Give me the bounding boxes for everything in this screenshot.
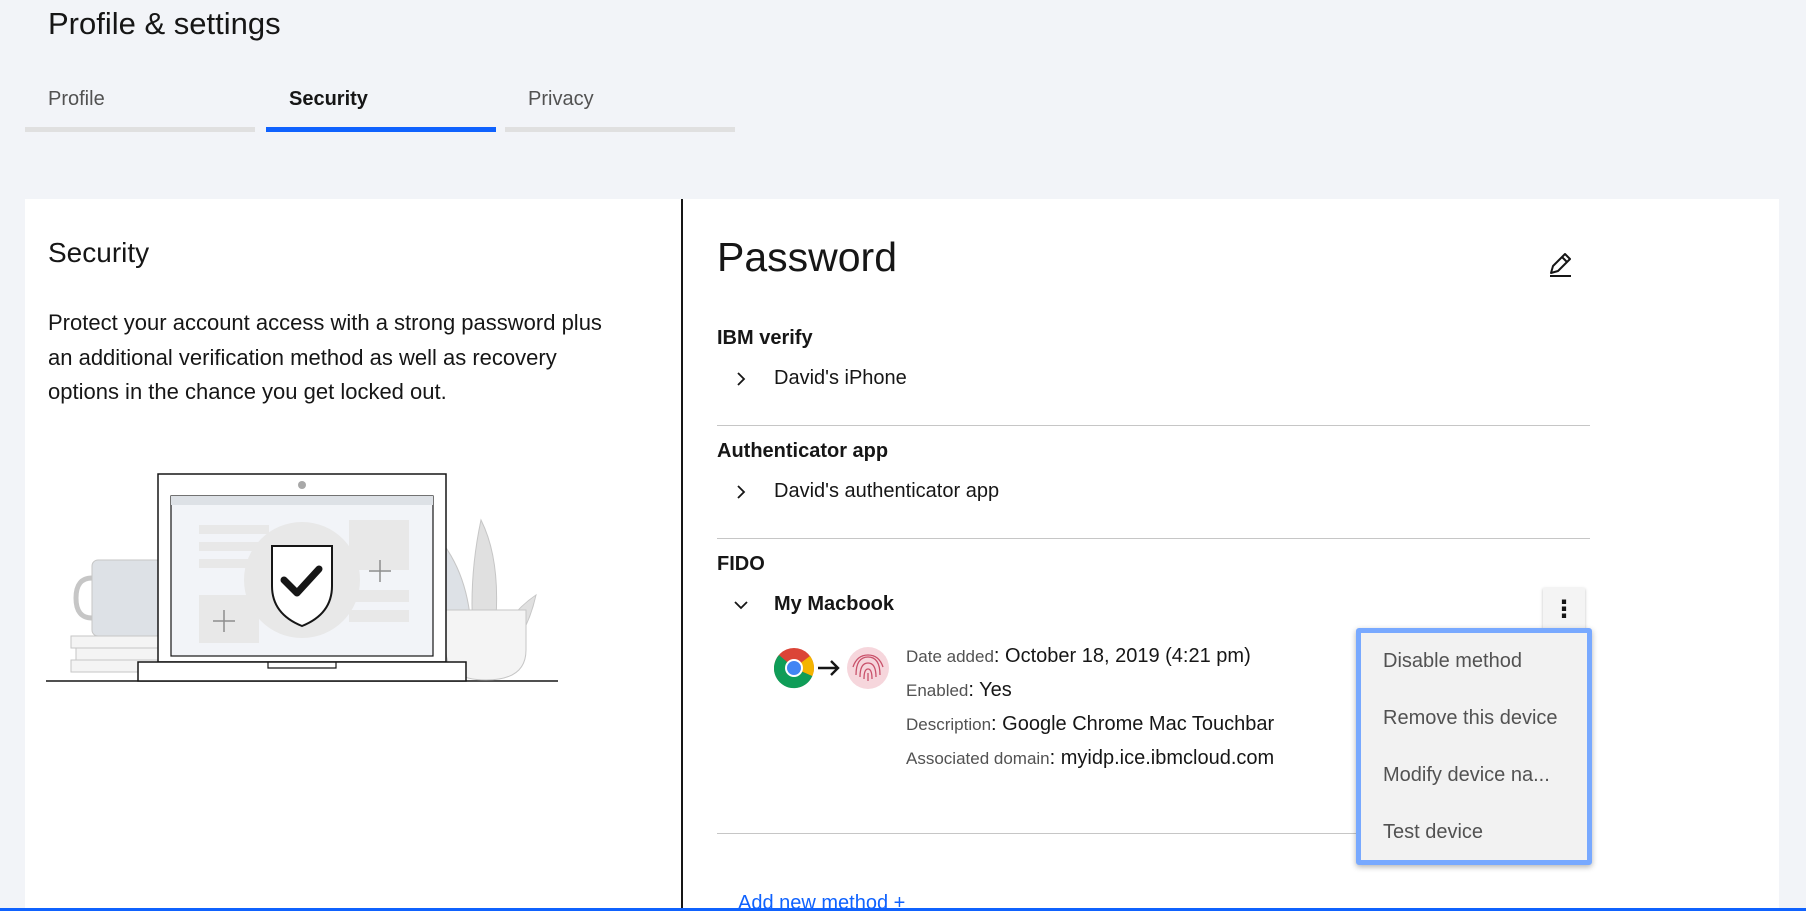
menu-item-modify-device-name[interactable]: Modify device na... bbox=[1383, 764, 1550, 787]
fido-heading: FIDO bbox=[717, 553, 765, 575]
date-added-key: Date added bbox=[906, 647, 994, 666]
page-footer-strip bbox=[0, 911, 1806, 918]
pencil-icon bbox=[1550, 253, 1571, 277]
authenticator-device-label: David's authenticator app bbox=[774, 480, 1000, 502]
date-added-value: October 18, 2019 (4:21 pm) bbox=[1005, 645, 1251, 667]
menu-item-disable-method[interactable]: Disable method bbox=[1383, 650, 1522, 673]
chevron-down-icon bbox=[734, 601, 748, 610]
domain-value: myidp.ice.ibmcloud.com bbox=[1060, 747, 1275, 769]
enabled-field: Enabled: Yes bbox=[906, 679, 1012, 701]
menu-item-test-device[interactable]: Test device bbox=[1383, 821, 1483, 844]
overflow-menu-button[interactable]: ⋮ bbox=[1543, 588, 1585, 630]
description-field: Description: Google Chrome Mac Touchbar bbox=[906, 713, 1275, 735]
overflow-menu: Disable method Remove this device Modify… bbox=[1356, 628, 1592, 865]
chrome-to-fingerprint-icon bbox=[774, 647, 889, 689]
kebab-icon: ⋮ bbox=[1552, 595, 1576, 623]
tab-profile-indicator bbox=[25, 127, 255, 132]
tab-privacy[interactable]: Privacy bbox=[505, 78, 735, 132]
date-added-field: Date added: October 18, 2019 (4:21 pm) bbox=[906, 645, 1251, 667]
tab-profile[interactable]: Profile bbox=[25, 78, 255, 132]
tab-security[interactable]: Security bbox=[266, 78, 496, 132]
ibm-verify-device-row[interactable]: David's iPhone bbox=[717, 359, 1587, 399]
description-value: Google Chrome Mac Touchbar bbox=[1002, 713, 1275, 735]
description-key: Description bbox=[906, 715, 992, 734]
section-divider bbox=[717, 425, 1590, 426]
ibm-verify-heading: IBM verify bbox=[717, 327, 813, 349]
enabled-key: Enabled bbox=[906, 681, 969, 700]
domain-key: Associated domain bbox=[906, 749, 1050, 768]
chevron-right-icon bbox=[737, 485, 746, 499]
panel-divider bbox=[681, 199, 683, 911]
tab-security-label: Security bbox=[289, 88, 368, 110]
tab-privacy-label: Privacy bbox=[528, 88, 594, 110]
edit-password-button[interactable] bbox=[1540, 244, 1580, 284]
authenticator-heading: Authenticator app bbox=[717, 440, 889, 462]
fido-device-row[interactable]: My Macbook bbox=[717, 585, 1517, 625]
ibm-verify-device-label: David's iPhone bbox=[774, 367, 907, 389]
authenticator-device-row[interactable]: David's authenticator app bbox=[717, 472, 1587, 512]
tab-list: Profile Security Privacy bbox=[25, 78, 735, 132]
section-divider bbox=[717, 833, 1357, 834]
tab-profile-label: Profile bbox=[48, 88, 105, 110]
page-title: Profile & settings bbox=[48, 6, 281, 41]
laptop-shield-illustration bbox=[46, 473, 558, 682]
chevron-right-icon bbox=[737, 372, 746, 386]
security-heading: Security bbox=[48, 237, 150, 268]
menu-item-remove-device[interactable]: Remove this device bbox=[1383, 707, 1558, 730]
security-description: Protect your account access with a stron… bbox=[48, 310, 602, 404]
domain-field: Associated domain: myidp.ice.ibmcloud.co… bbox=[906, 747, 1275, 769]
section-divider bbox=[717, 538, 1590, 539]
enabled-value: Yes bbox=[979, 679, 1012, 701]
password-heading: Password bbox=[717, 234, 898, 280]
fido-device-label: My Macbook bbox=[774, 593, 895, 615]
tab-security-indicator bbox=[266, 127, 496, 132]
tab-privacy-indicator bbox=[505, 127, 735, 132]
